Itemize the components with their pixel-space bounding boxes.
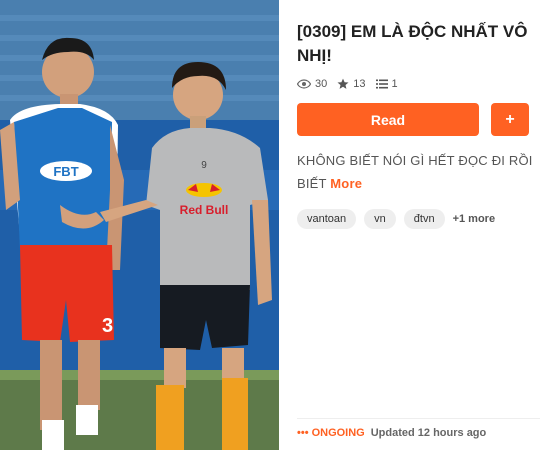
- add-to-library-button[interactable]: +: [491, 103, 529, 136]
- parts-stat: 1: [375, 78, 398, 90]
- story-card: FBT 3 9 Red Bull [0309] EM LÀ ĐỘC NHẤT V…: [0, 0, 558, 450]
- dots-icon: •••: [297, 427, 309, 439]
- more-link[interactable]: More: [330, 176, 362, 191]
- parts-count: 1: [391, 78, 398, 90]
- jersey-left-text: FBT: [53, 164, 78, 179]
- read-button[interactable]: Read: [297, 103, 479, 136]
- updated-time: Updated 12 hours ago: [370, 427, 487, 439]
- tag-item[interactable]: vn: [364, 209, 396, 229]
- tag-item[interactable]: vantoan: [297, 209, 357, 229]
- cover-photo: FBT 3 9 Red Bull: [0, 0, 279, 450]
- tag-list: vantoan vn đtvn +1 more: [297, 209, 540, 229]
- jersey-right-text: Red Bull: [180, 203, 229, 217]
- story-description: KHÔNG BIẾT NÓI GÌ HẾT ĐỌC ĐI RỒI BIẾT Mo…: [297, 149, 540, 195]
- story-info: [0309] EM LÀ ĐỘC NHẤT VÔ NHỊ! 30 13 1 Re…: [279, 0, 558, 450]
- status-badge: ••• ONGOING: [297, 427, 365, 439]
- votes-count: 13: [353, 78, 366, 90]
- votes-stat: 13: [337, 78, 366, 90]
- story-footer: ••• ONGOING Updated 12 hours ago: [297, 418, 540, 439]
- eye-icon: [297, 79, 311, 89]
- list-icon: [375, 79, 388, 89]
- status-text: ONGOING: [311, 427, 365, 439]
- more-tags-link[interactable]: +1 more: [453, 213, 496, 225]
- tag-item[interactable]: đtvn: [403, 209, 445, 229]
- story-title[interactable]: [0309] EM LÀ ĐỘC NHẤT VÔ NHỊ!: [297, 20, 540, 68]
- shorts-number: 3: [102, 315, 113, 337]
- views-stat: 30: [297, 78, 327, 90]
- cover-image[interactable]: FBT 3 9 Red Bull: [0, 0, 279, 450]
- shirt-number: 9: [201, 160, 207, 171]
- story-stats: 30 13 1: [297, 78, 540, 90]
- story-actions: Read +: [297, 103, 540, 136]
- star-icon: [337, 78, 349, 90]
- views-count: 30: [315, 78, 328, 90]
